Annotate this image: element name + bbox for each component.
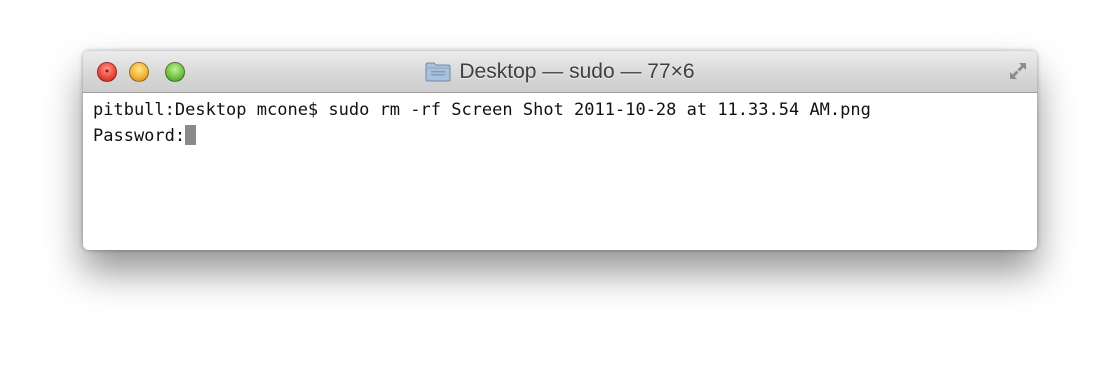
terminal-content[interactable]: pitbull:Desktop mcone$ sudo rm -rf Scree… (83, 93, 1037, 250)
folder-icon (425, 62, 451, 82)
window-title-area: Desktop — sudo — 77×6 (83, 51, 1037, 92)
password-prompt: Password: (93, 126, 186, 146)
fullscreen-icon[interactable] (1007, 60, 1029, 82)
text-cursor (185, 125, 197, 145)
terminal-password-line: Password: (93, 123, 1037, 149)
terminal-command-line: pitbull:Desktop mcone$ sudo rm -rf Scree… (93, 100, 871, 120)
title-bar[interactable]: • Desktop — sudo — 77×6 (83, 51, 1037, 93)
window-title: Desktop — sudo — 77×6 (459, 59, 695, 83)
terminal-window: • Desktop — sudo — 77×6 pitbull:Desktop … (83, 51, 1037, 250)
